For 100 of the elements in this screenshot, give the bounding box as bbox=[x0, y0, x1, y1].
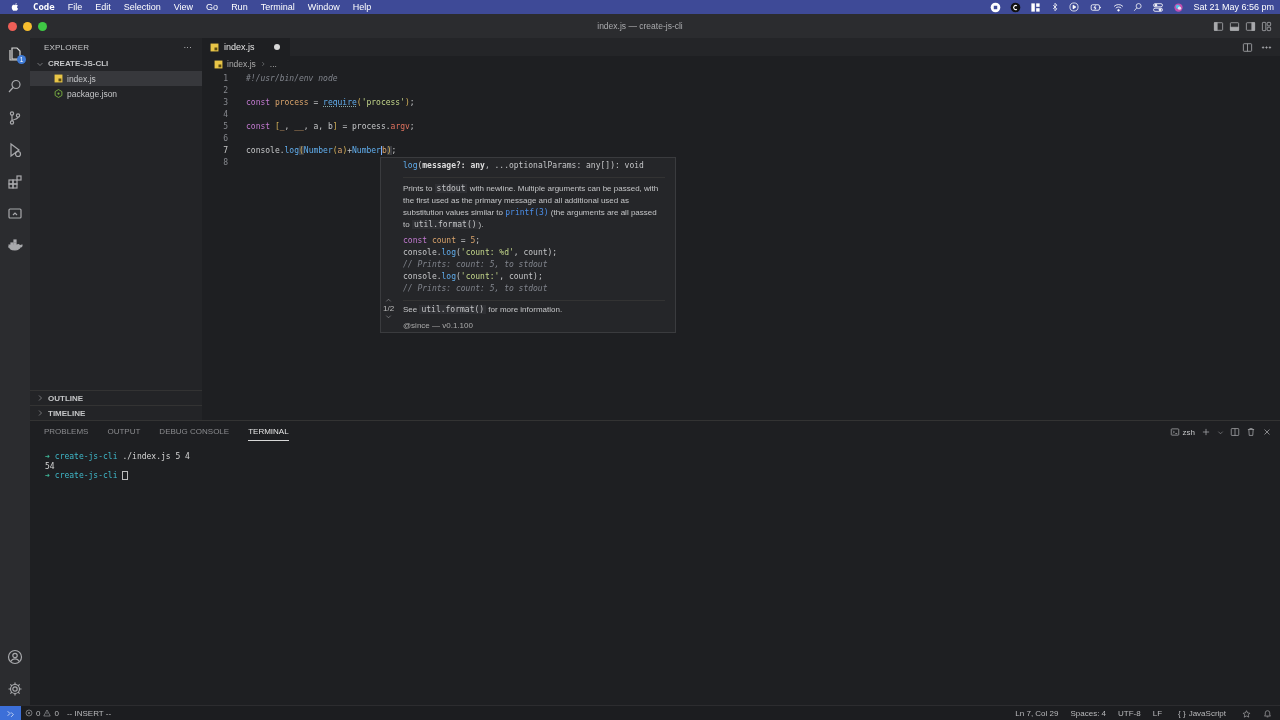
line-number: 7 bbox=[222, 145, 228, 155]
panel-tab[interactable]: PROBLEMS bbox=[44, 423, 89, 441]
overload-counter: 1/2 bbox=[383, 304, 395, 313]
whale-icon[interactable] bbox=[7, 238, 23, 254]
signature-text: log(message?: any, ...optionalParams: any[]): void bbox=[403, 160, 665, 178]
bell-icon[interactable] bbox=[1263, 708, 1272, 718]
siri-icon[interactable] bbox=[1173, 1, 1185, 13]
account-icon[interactable] bbox=[7, 649, 23, 665]
menu-item[interactable]: View bbox=[173, 2, 194, 12]
editor-tab[interactable]: index.js bbox=[202, 38, 290, 56]
zoom-window-button[interactable] bbox=[38, 21, 47, 31]
terminal-text: ./index.js 5 4 bbox=[122, 452, 190, 462]
warning-icon bbox=[43, 709, 52, 717]
remote-button[interactable] bbox=[0, 705, 21, 720]
status-item[interactable]: Ln 7, Col 29 bbox=[1015, 708, 1059, 718]
since-text: @since — v0.1.100 bbox=[403, 321, 474, 330]
control-center-icon[interactable] bbox=[1152, 1, 1165, 13]
error-icon bbox=[25, 709, 33, 717]
explorer-entry[interactable]: index.js bbox=[30, 71, 202, 86]
explorer-entry[interactable]: package.json bbox=[30, 86, 202, 101]
code-example-line: console.log('count:', count); bbox=[403, 272, 544, 283]
split-terminal-icon[interactable] bbox=[1230, 427, 1240, 437]
menu-item[interactable]: Go bbox=[206, 2, 219, 12]
description-text: Prints to stdout with newline. Multiple arguments can be passed, with the first used as the primary message and all additional used as substitution values similar to printf(3) (the arguments are all passed to util.format() ). bbox=[403, 183, 660, 231]
terminal-cursor bbox=[122, 471, 129, 481]
line-number: 1 bbox=[222, 73, 228, 83]
line-number: 5 bbox=[222, 121, 228, 131]
remote-icon bbox=[6, 708, 15, 718]
settings-icon[interactable] bbox=[7, 681, 23, 697]
panel-tab[interactable]: TERMINAL bbox=[248, 423, 289, 441]
more-actions-button[interactable]: ··· bbox=[183, 42, 192, 52]
shell-name[interactable]: zsh bbox=[1182, 427, 1195, 437]
menu-item[interactable]: Terminal bbox=[260, 2, 295, 12]
breadcrumb-item[interactable]: index.js bbox=[227, 59, 256, 69]
js-file-icon bbox=[214, 59, 223, 69]
minimize-window-button[interactable] bbox=[23, 21, 32, 31]
status-item[interactable]: UTF-8 bbox=[1118, 708, 1141, 718]
menu-item[interactable]: File bbox=[67, 2, 83, 12]
line-number: 3 bbox=[222, 97, 228, 107]
js-file-icon bbox=[54, 74, 63, 83]
menu-bar-clock[interactable]: Sat 21 May 6:56 pm bbox=[1193, 2, 1274, 12]
code-example-line: // Prints: count: 5, to stdout bbox=[403, 284, 549, 295]
line-number: 4 bbox=[222, 109, 228, 119]
code-line: #!/usr/bin/env node bbox=[246, 73, 338, 83]
prompt-directory: create-js-cli bbox=[54, 471, 118, 481]
status-item[interactable]: LF bbox=[1152, 708, 1163, 718]
js-file-icon bbox=[210, 42, 219, 52]
braces-icon: { } bbox=[1178, 708, 1186, 718]
files-icon[interactable] bbox=[7, 46, 23, 62]
run-debug-icon[interactable] bbox=[7, 142, 23, 158]
package-file-icon bbox=[54, 89, 63, 98]
source-control-icon[interactable] bbox=[7, 110, 23, 126]
line-number: 6 bbox=[222, 133, 228, 143]
close-icon[interactable] bbox=[1262, 427, 1272, 437]
menu-item[interactable]: Run bbox=[231, 2, 248, 12]
search-icon[interactable] bbox=[1133, 2, 1144, 12]
play-circle-icon[interactable] bbox=[1069, 2, 1080, 12]
vim-mode: -- INSERT -- bbox=[65, 708, 113, 718]
feedback-icon[interactable] bbox=[1242, 708, 1251, 718]
terminal-icon[interactable] bbox=[1169, 427, 1180, 437]
layout-icon[interactable] bbox=[1261, 20, 1272, 32]
code-line: const process = require('process'); bbox=[246, 97, 415, 107]
line-number: 2 bbox=[222, 85, 228, 95]
remote-explorer-icon[interactable] bbox=[7, 206, 23, 222]
plus-icon[interactable] bbox=[1201, 427, 1211, 437]
window-title: index.js — create-js-cli bbox=[596, 21, 684, 31]
apple-icon[interactable] bbox=[10, 2, 20, 12]
section-header[interactable]: OUTLINE bbox=[30, 390, 202, 405]
prompt-directory: create-js-cli bbox=[54, 452, 118, 462]
stop-icon[interactable] bbox=[990, 1, 1002, 13]
menu-item[interactable]: Edit bbox=[95, 2, 111, 12]
problems-status[interactable]: 0 0 bbox=[21, 708, 63, 718]
search-icon[interactable] bbox=[7, 78, 23, 94]
menu-item[interactable]: Selection bbox=[123, 2, 161, 12]
code-line: const [_, __, a, b] = process.argv; bbox=[246, 121, 415, 131]
folder-row[interactable]: CREATE-JS-CLI bbox=[30, 56, 202, 71]
code-line: console.log(Number(a)+Numberb); bbox=[246, 145, 397, 155]
close-window-button[interactable] bbox=[8, 21, 17, 31]
wifi-icon[interactable] bbox=[1113, 1, 1125, 13]
breadcrumb-item[interactable]: ... bbox=[269, 59, 277, 69]
sidebar-title: EXPLORER bbox=[44, 42, 90, 52]
panel-tab[interactable]: OUTPUT bbox=[107, 423, 141, 441]
grid-icon[interactable] bbox=[1030, 1, 1042, 13]
code-example-line: const count = 5; bbox=[403, 236, 482, 247]
toggle-panel-icon[interactable] bbox=[1229, 20, 1240, 32]
panel-tab[interactable]: DEBUG CONSOLE bbox=[159, 423, 230, 441]
trash-icon[interactable] bbox=[1246, 427, 1256, 437]
extensions-icon[interactable] bbox=[7, 174, 23, 190]
menu-item[interactable]: Window bbox=[307, 2, 340, 12]
split-editor-icon[interactable] bbox=[1242, 41, 1253, 53]
chevron-right-icon bbox=[259, 61, 266, 67]
app-menu[interactable]: Code bbox=[33, 2, 55, 12]
toggle-secondary-sidebar-icon[interactable] bbox=[1245, 20, 1256, 32]
status-item[interactable]: Spaces: 4 bbox=[1070, 708, 1107, 718]
language-mode[interactable]: JavaScript bbox=[1188, 708, 1226, 718]
menu-item[interactable]: Help bbox=[352, 2, 372, 12]
see-also-text: See util.format() for more information. bbox=[403, 300, 665, 316]
circle-logo-icon[interactable] bbox=[1010, 1, 1022, 13]
toggle-sidebar-icon[interactable] bbox=[1213, 20, 1224, 32]
code-example-line: // Prints: count: 5, to stdout bbox=[403, 260, 549, 271]
